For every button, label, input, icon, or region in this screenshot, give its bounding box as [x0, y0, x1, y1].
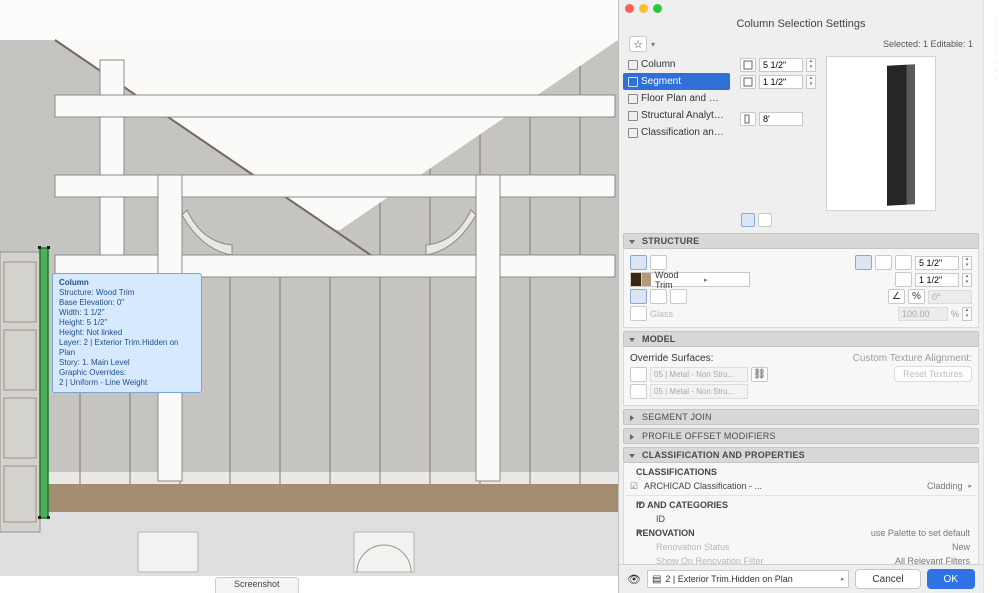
close-window-icon[interactable] — [625, 4, 634, 13]
width-icon — [740, 58, 756, 72]
reset-textures-button: Reset Textures — [894, 366, 972, 382]
classification-system-label: ARCHICAD Classification - ... — [644, 481, 762, 491]
chevron-right-icon: ▸ — [841, 575, 845, 583]
id-categories-header[interactable]: ID AND CATEGORIES — [636, 500, 728, 510]
id-row[interactable]: ID — [626, 512, 976, 526]
favorites-button[interactable]: ☆ — [629, 36, 647, 52]
checkbox-icon[interactable]: ☑ — [630, 481, 638, 492]
glass-label: Glass — [650, 309, 673, 319]
surface-top-icon[interactable] — [630, 367, 647, 382]
veneer-c-icon[interactable] — [670, 289, 687, 304]
selection-info: Selected: 1 Editable: 1 — [883, 39, 973, 49]
classification-value[interactable]: Cladding — [927, 481, 969, 491]
eye-icon[interactable]: 👁 — [627, 573, 641, 586]
surface-side-picker[interactable]: 05 | Metal - Non Stru... — [650, 384, 748, 399]
window-title: Column Selection Settings — [619, 16, 983, 36]
width-stepper[interactable]: ▴▾ — [806, 58, 816, 72]
section-profile-offset[interactable]: PROFILE OFFSET MODIFIERS — [623, 428, 979, 444]
override-surfaces-label: Override Surfaces: — [630, 353, 713, 364]
depth-stepper[interactable]: ▴▾ — [806, 75, 816, 89]
material-picker[interactable]: Wood Trim ▸ — [630, 272, 750, 287]
angle-input — [928, 290, 972, 304]
section-structure[interactable]: STRUCTURE — [623, 233, 979, 249]
nav-column[interactable]: Column — [623, 56, 730, 73]
depth-input[interactable] — [759, 75, 803, 89]
depth-icon — [740, 75, 756, 89]
panel-scroll[interactable]: STRUCTURE ▴▾ Wood Trim ▸ — [619, 230, 983, 564]
minimize-window-icon[interactable] — [639, 4, 648, 13]
panel-footer: 👁 ▤ 2 | Exterior Trim.Hidden on Plan ▸ C… — [619, 564, 983, 593]
section-model[interactable]: MODEL — [623, 331, 979, 347]
width2-input[interactable] — [915, 256, 959, 270]
nav-segment[interactable]: Segment — [623, 73, 730, 90]
classifications-header: CLASSIFICATIONS — [626, 465, 976, 479]
height-input[interactable] — [759, 112, 803, 126]
surface-side-icon[interactable] — [630, 384, 647, 399]
preview-3d[interactable] — [826, 56, 936, 211]
layer-picker[interactable]: ▤ 2 | Exterior Trim.Hidden on Plan ▸ — [647, 570, 849, 588]
segment-tab-b[interactable] — [758, 213, 772, 227]
info-tooltip: Column Structure: Wood TrimBase Elevatio… — [52, 273, 202, 393]
w2-stepper[interactable]: ▴▾ — [962, 256, 972, 270]
custom-texture-label: Custom Texture Alignment: — [853, 353, 972, 364]
w2-icon — [895, 255, 912, 270]
bottom-tab[interactable]: Screenshot — [215, 577, 299, 593]
section-segment-join[interactable]: SEGMENT JOIN — [623, 409, 979, 425]
chevron-right-icon[interactable]: ▸ — [968, 482, 976, 490]
cancel-button[interactable]: Cancel — [855, 569, 920, 589]
veneer-a-icon[interactable] — [630, 289, 647, 304]
chevron-right-icon: ▸ — [700, 276, 749, 284]
ok-button[interactable]: OK — [927, 569, 975, 589]
segment-tab-a[interactable] — [741, 213, 755, 227]
layer-icon: ▤ — [652, 574, 661, 585]
surface-top-picker[interactable]: 05 | Metal - Non Stru... — [650, 367, 748, 382]
right-edge-strip: · · · · · · · · — [983, 0, 999, 593]
cross-section-rect-icon[interactable] — [630, 255, 647, 270]
pct-stepper: ▴▾ — [962, 307, 972, 321]
nav-structural-analytical[interactable]: Structural Analytical Parame... — [623, 107, 730, 124]
renovation-header[interactable]: RENOVATION — [636, 528, 695, 538]
height-icon — [740, 112, 756, 126]
tooltip-title: Column — [59, 278, 195, 288]
section-classification-properties[interactable]: CLASSIFICATION AND PROPERTIES — [623, 447, 979, 463]
d2-stepper[interactable]: ▴▾ — [962, 273, 972, 287]
nav-floor-plan[interactable]: Floor Plan and Section — [623, 90, 730, 107]
bottom-strip: Screenshot — [0, 575, 618, 593]
layer-name: 2 | Exterior Trim.Hidden on Plan — [665, 574, 836, 584]
window-controls — [619, 0, 983, 16]
zoom-window-icon[interactable] — [653, 4, 662, 13]
d2-icon — [895, 272, 912, 287]
glass-swatch-icon — [630, 306, 647, 321]
percent-input — [898, 307, 948, 321]
depth2-input[interactable] — [915, 273, 959, 287]
link-surfaces-icon[interactable]: ⛓ — [751, 367, 768, 382]
nav-classification[interactable]: Classification and Properties — [623, 124, 730, 141]
material-name: Wood Trim — [651, 270, 700, 290]
width-input[interactable] — [759, 58, 803, 72]
cross-section-circle-icon[interactable] — [650, 255, 667, 270]
angle-icon: ∠ — [888, 289, 905, 304]
favorites-dropdown-icon[interactable]: ▾ — [651, 40, 655, 49]
percent-icon: % — [908, 289, 925, 304]
dim-mode-a-icon[interactable] — [855, 255, 872, 270]
veneer-b-icon[interactable] — [650, 289, 667, 304]
dim-mode-b-icon[interactable] — [875, 255, 892, 270]
settings-panel: Column Selection Settings ☆ ▾ Selected: … — [618, 0, 983, 593]
settings-nav: Column Segment Floor Plan and Section St… — [619, 56, 734, 211]
